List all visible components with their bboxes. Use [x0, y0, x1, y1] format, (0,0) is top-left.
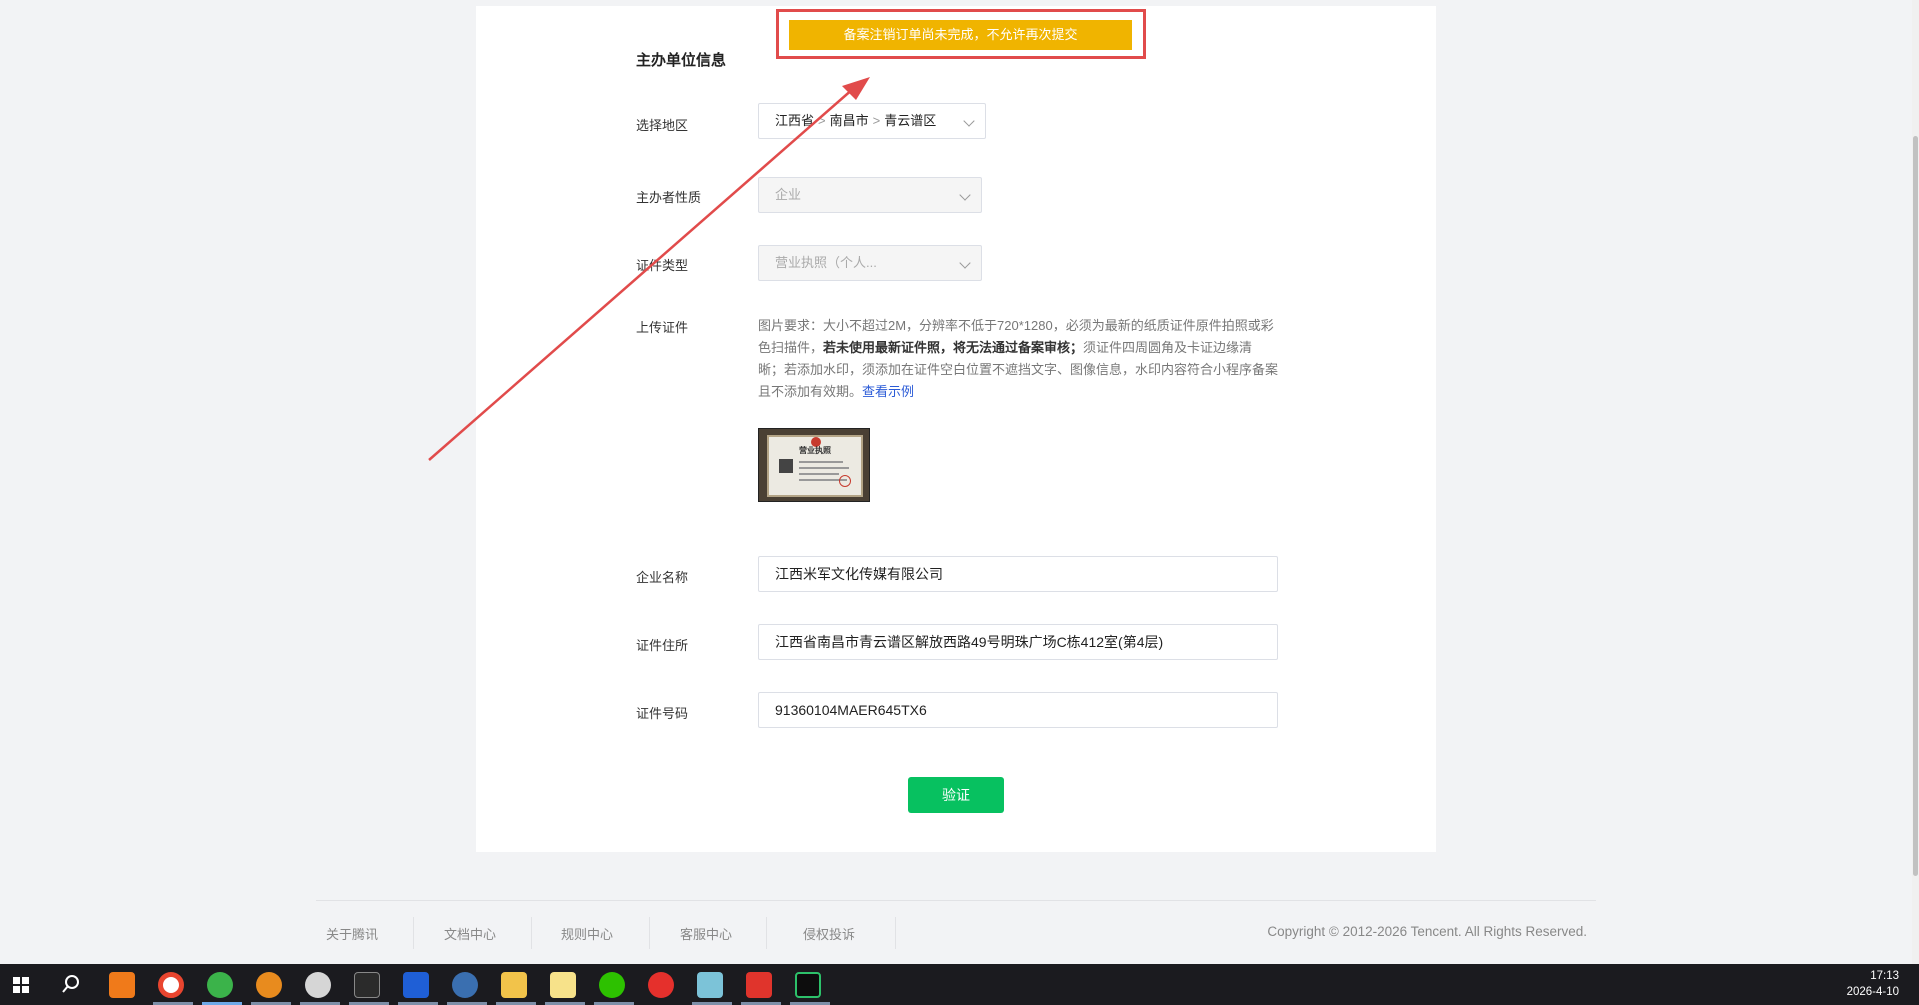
annotation-box: 备案注销订单尚未完成，不允许再次提交 — [776, 9, 1146, 59]
qr-code-icon — [779, 459, 793, 473]
x-app-icon[interactable] — [403, 972, 429, 998]
footer-separator — [413, 917, 414, 949]
chevron-down-icon — [959, 189, 971, 201]
province-value: 江西省 — [775, 113, 815, 128]
box-app-icon[interactable] — [354, 972, 380, 998]
cert-address-label: 证件住所 — [636, 638, 689, 653]
text-line — [799, 473, 839, 475]
cert-number-label: 证件号码 — [636, 706, 689, 721]
org-nature-label: 主办者性质 — [636, 190, 702, 205]
verify-button[interactable]: 验证 — [908, 777, 1004, 813]
monitor-app-icon[interactable] — [795, 972, 821, 998]
clock-time: 17:13 — [1870, 970, 1899, 982]
region-separator: > — [872, 113, 881, 128]
license-paper: 营业执照 — [767, 435, 863, 497]
app-orange-icon[interactable] — [109, 972, 135, 998]
cert-type-label: 证件类型 — [636, 258, 689, 273]
footer-separator — [531, 917, 532, 949]
region-label: 选择地区 — [636, 118, 689, 133]
search-icon[interactable] — [61, 974, 81, 994]
taskbar: 17:13 2026-4-10 — [0, 964, 1919, 1005]
region-select[interactable]: 江西省 > 南昌市 > 青云谱区 — [758, 103, 986, 139]
footer-divider — [316, 900, 1596, 901]
footer-separator — [895, 917, 896, 949]
cert-address-input[interactable]: 江西省南昌市青云谱区解放西路49号明珠广场C栋412室(第4层) — [758, 624, 1278, 660]
notepad-icon[interactable] — [550, 972, 576, 998]
region-separator: > — [818, 113, 826, 128]
note-bold: 若未使用最新证件照，将无法通过备案审核； — [823, 340, 1084, 355]
footer-link-support[interactable]: 客服中心 — [680, 924, 732, 943]
text-line — [799, 461, 843, 463]
company-name-label: 企业名称 — [636, 570, 689, 585]
windows-start-icon[interactable] — [13, 977, 29, 993]
company-name-input[interactable]: 江西米军文化传媒有限公司 — [758, 556, 1278, 592]
system-clock[interactable]: 17:13 2026-4-10 — [1847, 968, 1899, 1000]
copyright-text: Copyright © 2012-2026 Tencent. All Right… — [1267, 924, 1587, 939]
org-nature-value: 企业 — [775, 187, 802, 202]
cert-type-value: 营业执照（个人... — [775, 255, 877, 270]
footer-link-complaint[interactable]: 侵权投诉 — [803, 924, 855, 943]
globe-app-icon[interactable] — [452, 972, 478, 998]
upload-label: 上传证件 — [636, 320, 689, 335]
footer-separator — [649, 917, 650, 949]
upload-requirements: 图片要求：大小不超过2M，分辨率不低于720*1280，必须为最新的纸质证件原件… — [758, 315, 1278, 403]
footer-link-about[interactable]: 关于腾讯 — [326, 924, 378, 943]
text-line — [799, 467, 849, 469]
view-example-link[interactable]: 查看示例 — [862, 384, 914, 399]
chevron-down-icon — [959, 257, 971, 269]
footer-link-docs[interactable]: 文档中心 — [444, 924, 496, 943]
book-app-icon[interactable] — [697, 972, 723, 998]
chevron-down-icon — [963, 115, 975, 127]
file-explorer-icon[interactable] — [501, 972, 527, 998]
seal-stamp-icon — [839, 475, 851, 487]
chat-bubble-icon[interactable] — [305, 972, 331, 998]
thumb-title: 营业执照 — [799, 446, 831, 455]
wechat-icon[interactable] — [599, 972, 625, 998]
footer-separator — [766, 917, 767, 949]
clock-date: 2026-4-10 — [1846, 986, 1899, 998]
chrome-icon[interactable] — [158, 972, 184, 998]
error-toast: 备案注销订单尚未完成，不允许再次提交 — [789, 20, 1132, 50]
city-value: 南昌市 — [829, 113, 869, 128]
netease-music-icon[interactable] — [648, 972, 674, 998]
footer-link-rules[interactable]: 规则中心 — [561, 924, 613, 943]
district-value: 青云谱区 — [884, 113, 937, 128]
wps-icon[interactable] — [746, 972, 772, 998]
scrollbar-thumb[interactable] — [1913, 136, 1918, 876]
browser-green-icon[interactable] — [207, 972, 233, 998]
cert-number-input[interactable]: 91360104MAER645TX6 — [758, 692, 1278, 728]
section-title: 主办单位信息 — [636, 52, 727, 69]
org-nature-select[interactable]: 企业 — [758, 177, 982, 213]
sun-app-icon[interactable] — [256, 972, 282, 998]
cert-type-select[interactable]: 营业执照（个人... — [758, 245, 982, 281]
license-thumbnail[interactable]: 营业执照 — [758, 428, 870, 502]
